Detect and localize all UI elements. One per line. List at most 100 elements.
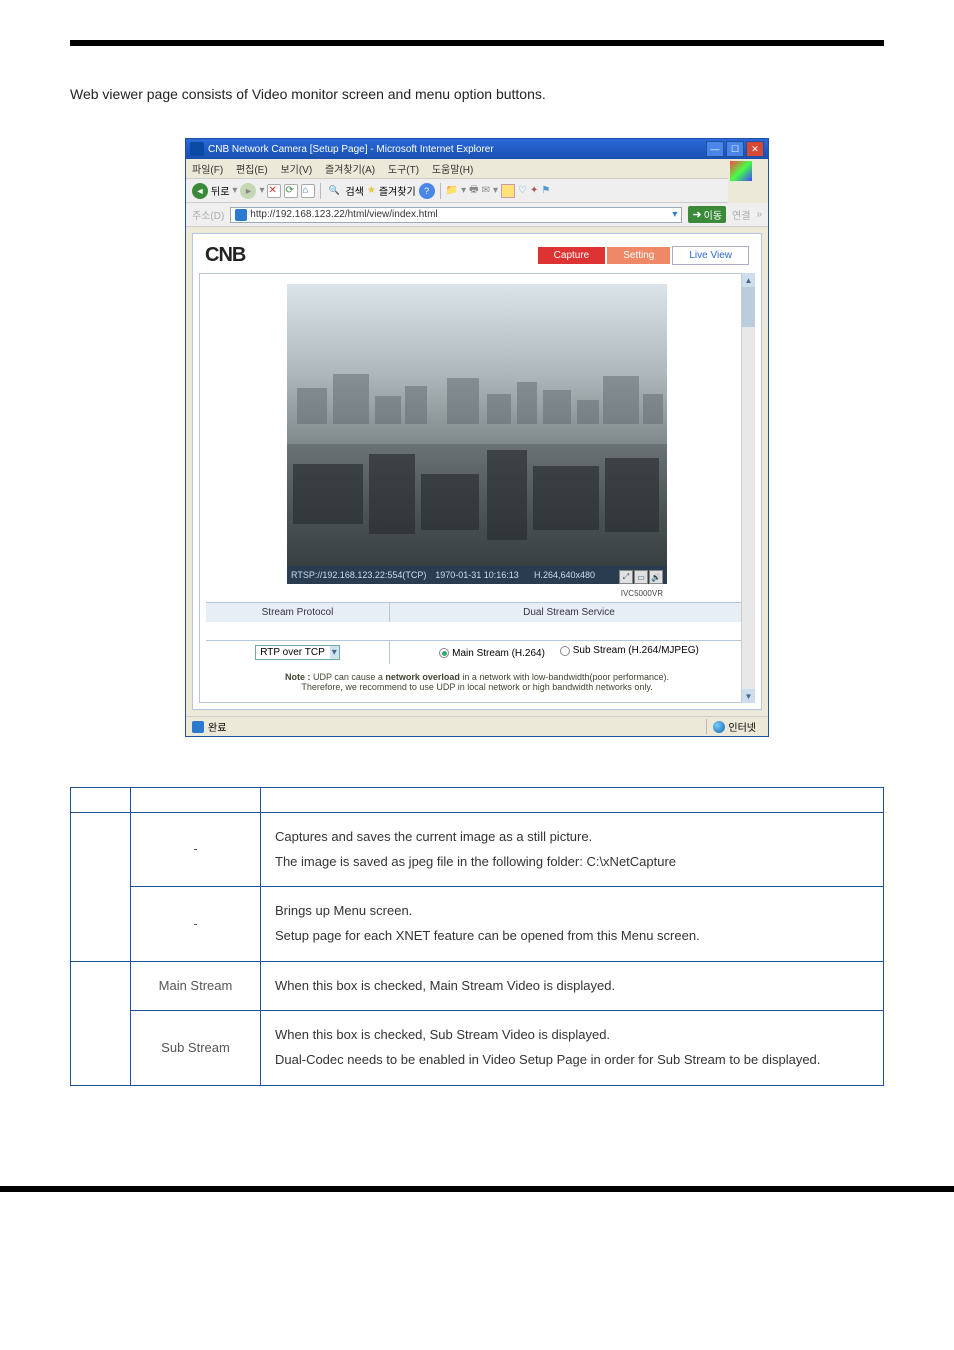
address-label: 주소(D) xyxy=(192,207,224,222)
hdr-cell-1 xyxy=(71,788,131,813)
group-btns-cell xyxy=(71,813,131,962)
r4-sub: Sub Stream xyxy=(131,1011,261,1085)
group-stream-cell xyxy=(71,961,131,1085)
sub-stream-radio[interactable]: Sub Stream (H.264/MJPEG) xyxy=(560,645,699,656)
scroll-thumb[interactable] xyxy=(742,287,755,327)
scroll-down-icon[interactable]: ▼ xyxy=(742,689,755,703)
table-row: - Captures and saves the current image a… xyxy=(71,813,884,887)
url-text: http://192.168.123.22/html/view/index.ht… xyxy=(250,209,437,220)
notes-icon[interactable] xyxy=(501,184,515,198)
links-chevron-icon[interactable]: » xyxy=(756,209,762,220)
stop-icon[interactable]: ✕ xyxy=(267,184,281,198)
links-label[interactable]: 연결 xyxy=(732,207,750,222)
title-bar: CNB Network Camera [Setup Page] - Micros… xyxy=(186,139,768,159)
description-table: - Captures and saves the current image a… xyxy=(70,787,884,1086)
go-button[interactable]: ➜ 이동 xyxy=(688,206,726,223)
cnb-logo: CNB xyxy=(205,244,245,267)
options-header-row: Stream Protocol Dual Stream Service xyxy=(206,602,748,622)
r1-desc: Captures and saves the current image as … xyxy=(261,813,884,887)
window-title: CNB Network Camera [Setup Page] - Micros… xyxy=(208,144,494,155)
net-icon[interactable]: ✦ xyxy=(530,185,538,196)
note-text: Note : UDP can cause a network overload … xyxy=(206,664,748,696)
expand-icon[interactable]: ⤢ xyxy=(619,570,633,584)
heart-icon[interactable]: ♡ xyxy=(518,185,527,196)
r3-desc: When this box is checked, Main Stream Vi… xyxy=(261,961,884,1011)
back-icon[interactable]: ◄ xyxy=(192,183,208,199)
table-row: - Brings up Menu screen. Setup page for … xyxy=(71,887,884,961)
menu-edit[interactable]: 편집(E) xyxy=(236,165,268,176)
main-stream-label: Main Stream (H.264) xyxy=(452,648,545,659)
table-row: Main Stream When this box is checked, Ma… xyxy=(71,961,884,1011)
stream-protocol-value: RTP over TCP xyxy=(260,647,324,658)
messenger-icon[interactable]: ⚑ xyxy=(541,185,550,196)
main-stream-radio[interactable]: Main Stream (H.264) xyxy=(439,648,545,659)
status-page-icon xyxy=(192,721,204,733)
r2-desc: Brings up Menu screen. Setup page for ea… xyxy=(261,887,884,961)
speaker-icon[interactable]: 🔊 xyxy=(649,570,663,584)
menu-help[interactable]: 도움말(H) xyxy=(432,165,473,176)
browser-window: CNB Network Camera [Setup Page] - Micros… xyxy=(185,138,769,737)
status-zone: 인터넷 xyxy=(728,719,756,734)
browser-status-bar: 완료 인터넷 xyxy=(186,716,768,736)
hdr-stream-protocol: Stream Protocol xyxy=(206,603,389,622)
setting-button[interactable]: Setting xyxy=(607,247,670,264)
internet-zone-icon xyxy=(713,721,725,733)
maximize-button[interactable]: ☐ xyxy=(726,141,744,157)
page-icon xyxy=(235,209,247,221)
help-icon[interactable]: ? xyxy=(419,183,435,199)
menu-file[interactable]: 파일(F) xyxy=(192,165,223,176)
overlay-rtsp: RTSP://192.168.123.22:554(TCP) xyxy=(291,570,426,580)
table-row: Sub Stream When this box is checked, Sub… xyxy=(71,1011,884,1085)
video-monitor: RTSP://192.168.123.22:554(TCP) 1970-01-3… xyxy=(287,284,667,584)
divider-bottom xyxy=(0,1186,954,1192)
intro-text: Web viewer page consists of Video monito… xyxy=(70,86,884,102)
windows-flag-icon xyxy=(730,161,752,181)
r3-sub: Main Stream xyxy=(131,961,261,1011)
radio-unselected-icon xyxy=(560,646,570,656)
address-input[interactable]: http://192.168.123.22/html/view/index.ht… xyxy=(230,207,682,223)
print-icon[interactable]: 🖶 xyxy=(469,182,478,199)
search-icon[interactable]: 🔍 xyxy=(326,183,342,199)
video-status-strip: RTSP://192.168.123.22:554(TCP) 1970-01-3… xyxy=(287,566,667,584)
url-dropdown-icon[interactable]: ▾ xyxy=(672,209,677,220)
menu-view[interactable]: 보기(V) xyxy=(280,165,312,176)
radio-selected-icon xyxy=(439,648,449,658)
hdr-dual-stream: Dual Stream Service xyxy=(389,603,748,622)
search-label[interactable]: 검색 xyxy=(345,183,363,198)
hdr-cell-3 xyxy=(261,788,884,813)
page-content: CNB Capture Setting Live View xyxy=(192,233,762,710)
close-button[interactable]: ✕ xyxy=(746,141,764,157)
minimize-button[interactable]: — xyxy=(706,141,724,157)
favorites-label[interactable]: 즐겨찾기 xyxy=(379,183,416,198)
capture-button[interactable]: Capture xyxy=(538,247,606,264)
mail-icon[interactable]: ✉ xyxy=(482,185,490,196)
stream-protocol-select[interactable]: RTP over TCP xyxy=(255,645,339,660)
home-icon[interactable]: ⌂ xyxy=(301,184,315,198)
address-bar: 주소(D) http://192.168.123.22/html/view/in… xyxy=(186,203,768,227)
menu-tools[interactable]: 도구(T) xyxy=(388,165,419,176)
folder-icon[interactable]: 📁 xyxy=(446,185,458,196)
refresh-icon[interactable]: ⟳ xyxy=(284,184,298,198)
display-icon[interactable]: ▭ xyxy=(634,570,648,584)
toolbar: ◄ 뒤로 ▾ ► ▾ ✕ ⟳ ⌂ 🔍 검색 ★ 즐겨찾기 ? 📁▾ 🖶 ✉▾ ♡… xyxy=(186,178,728,203)
overlay-timestamp: 1970-01-31 10:16:13 xyxy=(435,570,519,580)
scrollbar[interactable]: ▲ ▼ xyxy=(741,273,755,703)
forward-icon[interactable]: ► xyxy=(240,183,256,199)
sub-stream-label: Sub Stream (H.264/MJPEG) xyxy=(573,645,699,656)
ie-icon xyxy=(190,142,204,156)
favorites-icon[interactable]: ★ xyxy=(367,185,376,196)
options-value-row: RTP over TCP Main Stream (H.264) Sub Str… xyxy=(206,640,748,664)
go-arrow-icon: ➜ xyxy=(692,208,701,221)
scroll-up-icon[interactable]: ▲ xyxy=(742,273,755,287)
overlay-codec: H.264,640x480 xyxy=(534,570,595,580)
r4-desc: When this box is checked, Sub Stream Vid… xyxy=(261,1011,884,1085)
menu-bar: 파일(F) 편집(E) 보기(V) 즐겨찾기(A) 도구(T) 도움말(H) xyxy=(186,159,768,178)
hdr-cell-2 xyxy=(131,788,261,813)
liveview-button[interactable]: Live View xyxy=(672,246,749,265)
back-label[interactable]: 뒤로 xyxy=(211,183,229,198)
table-header-row xyxy=(71,788,884,813)
status-done: 완료 xyxy=(208,719,226,734)
menu-fav[interactable]: 즐겨찾기(A) xyxy=(325,165,375,176)
model-label: IVC5000VR xyxy=(621,589,663,598)
inner-panel: RTSP://192.168.123.22:554(TCP) 1970-01-3… xyxy=(199,273,755,703)
